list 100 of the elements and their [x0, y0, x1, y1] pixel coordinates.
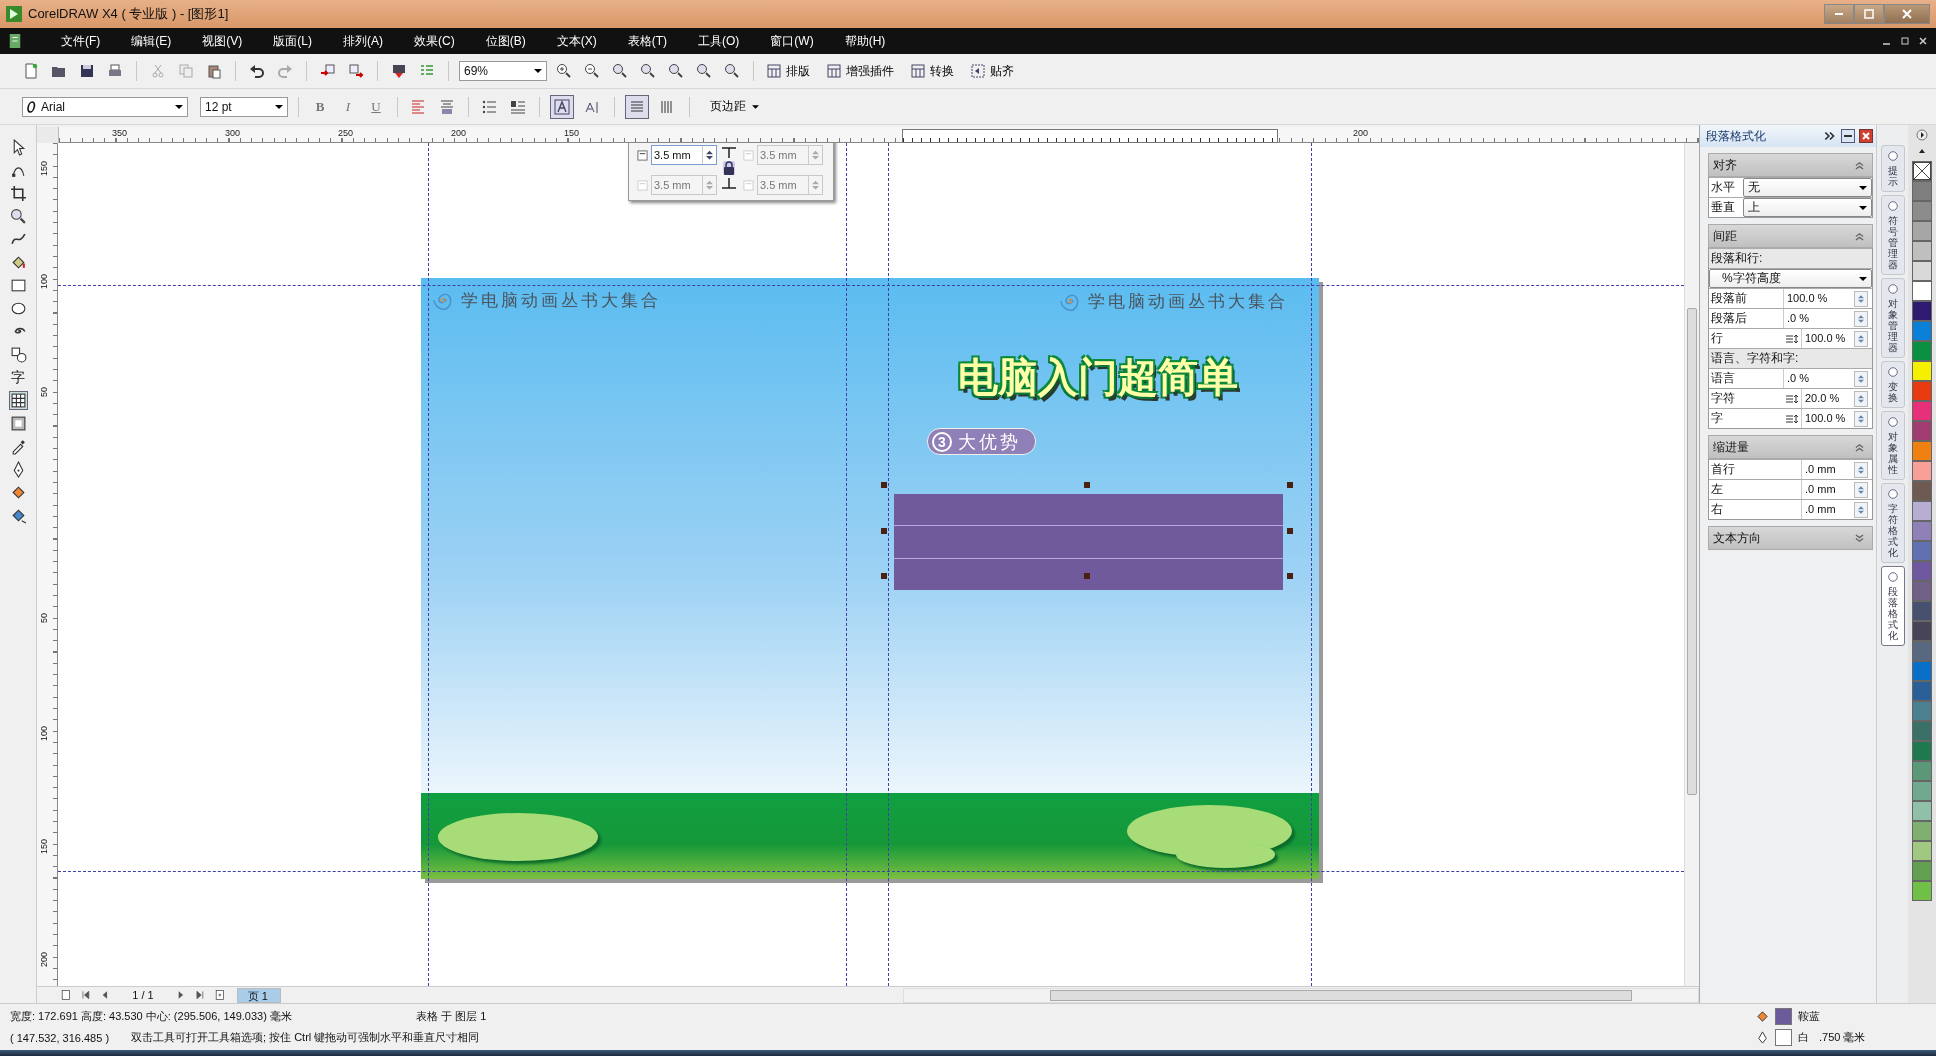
- color-swatch[interactable]: [1912, 361, 1932, 381]
- table-tool-icon[interactable]: [9, 392, 27, 409]
- publish-icon[interactable]: [391, 63, 407, 79]
- bullet-list-icon[interactable]: [482, 98, 498, 115]
- align-icon[interactable]: [411, 98, 427, 115]
- minimize-button[interactable]: [1824, 4, 1854, 24]
- font-size-dropdown[interactable]: 12 pt: [200, 96, 288, 117]
- text-tool[interactable]: 字: [11, 369, 25, 386]
- color-swatch[interactable]: [1912, 501, 1932, 521]
- magnifier-icon[interactable]: [640, 63, 656, 79]
- color-swatch[interactable]: [1912, 381, 1932, 401]
- toolbar-button[interactable]: 增强插件: [824, 62, 902, 80]
- dropdown[interactable]: %字符高度: [1709, 269, 1872, 288]
- section-header[interactable]: 间距: [1708, 224, 1873, 248]
- selection-handle[interactable]: [1287, 573, 1293, 579]
- selection-handle[interactable]: [881, 573, 887, 579]
- color-swatch[interactable]: [1912, 661, 1932, 681]
- menu-item[interactable]: 表格(T): [614, 32, 680, 50]
- dropdown[interactable]: 上: [1743, 198, 1872, 217]
- color-swatch[interactable]: [1912, 261, 1932, 281]
- redo-icon[interactable]: [277, 63, 293, 79]
- color-swatch[interactable]: [1912, 581, 1932, 601]
- selection-handle[interactable]: [1084, 482, 1090, 488]
- color-swatch[interactable]: [1912, 421, 1932, 441]
- menu-item[interactable]: 效果(C): [401, 32, 468, 50]
- color-swatch[interactable]: [1912, 241, 1932, 261]
- font-dropdown[interactable]: Arial: [22, 96, 188, 117]
- section-header[interactable]: 对齐: [1708, 153, 1873, 177]
- color-swatch[interactable]: [1912, 221, 1932, 241]
- color-swatch[interactable]: [1912, 281, 1932, 301]
- drop-cap-icon[interactable]: [510, 98, 526, 115]
- color-swatch[interactable]: [1912, 481, 1932, 501]
- save-icon[interactable]: [79, 63, 95, 79]
- color-swatch[interactable]: [1912, 601, 1932, 621]
- color-swatch[interactable]: [1912, 461, 1932, 481]
- section-header[interactable]: 缩进量: [1708, 435, 1873, 459]
- maximize-button[interactable]: [1854, 4, 1884, 24]
- magnifier-icon[interactable]: [612, 63, 628, 79]
- docker-tab[interactable]: 变换: [1880, 361, 1905, 408]
- selection-handle[interactable]: [1287, 482, 1293, 488]
- menu-item[interactable]: 排列(A): [330, 32, 396, 50]
- zoom-icon[interactable]: [9, 208, 27, 225]
- menu-item[interactable]: 帮助(H): [831, 32, 899, 50]
- horizontal-button[interactable]: [625, 94, 649, 119]
- color-swatch[interactable]: [1912, 181, 1932, 201]
- color-swatch[interactable]: [1912, 441, 1932, 461]
- print-icon[interactable]: [107, 63, 123, 79]
- menu-item[interactable]: 工具(O): [685, 32, 753, 50]
- format-button[interactable]: U: [365, 95, 387, 118]
- color-swatch[interactable]: [1912, 561, 1932, 581]
- interactive-fill-icon[interactable]: [9, 507, 27, 524]
- menu-item[interactable]: 窗口(W): [757, 32, 827, 50]
- color-swatch[interactable]: [1912, 741, 1932, 761]
- menu-item[interactable]: 版面(L): [260, 32, 325, 50]
- menu-item[interactable]: 视图(V): [189, 32, 256, 50]
- paste-icon[interactable]: [206, 63, 222, 79]
- magnifier-icon[interactable]: [696, 63, 712, 79]
- toolbar-button[interactable]: 贴齐: [968, 62, 1022, 80]
- docker-tab[interactable]: 符号管理器: [1880, 195, 1905, 275]
- selection-handle[interactable]: [1287, 527, 1293, 534]
- color-swatch[interactable]: [1912, 641, 1932, 661]
- docker-tab[interactable]: 字符格式化: [1880, 483, 1905, 563]
- new-document-icon[interactable]: [23, 63, 39, 79]
- color-swatch[interactable]: [1912, 321, 1932, 341]
- zoom-out-icon[interactable]: [584, 63, 600, 79]
- magnifier-icon[interactable]: [724, 63, 740, 79]
- frame-text-button[interactable]: [550, 94, 574, 119]
- color-swatch[interactable]: [1912, 541, 1932, 561]
- docker-tab[interactable]: 提示: [1880, 145, 1905, 192]
- add-page-icon[interactable]: [214, 989, 226, 1001]
- undo-icon[interactable]: [249, 63, 265, 79]
- toolbar-button[interactable]: 转换: [908, 62, 962, 80]
- play-icon[interactable]: [1916, 129, 1928, 141]
- export-icon[interactable]: [348, 63, 364, 79]
- color-swatch[interactable]: [1912, 681, 1932, 701]
- docker-tab[interactable]: 段落格式化: [1880, 566, 1905, 646]
- color-swatch[interactable]: [1912, 621, 1932, 641]
- blend-icon[interactable]: [9, 415, 27, 432]
- color-swatch[interactable]: [1912, 781, 1932, 801]
- dropdown[interactable]: 无: [1743, 178, 1872, 197]
- docker-tab[interactable]: 对象属性: [1880, 411, 1905, 480]
- vertical-scrollbar[interactable]: [1684, 143, 1699, 986]
- close-button[interactable]: [1884, 4, 1930, 24]
- color-swatch[interactable]: [1912, 521, 1932, 541]
- restore-icon[interactable]: [1900, 36, 1910, 46]
- docker-tab[interactable]: 对象管理器: [1880, 278, 1905, 358]
- menu-item[interactable]: 文本(X): [543, 32, 610, 50]
- smart-fill-icon[interactable]: [9, 254, 27, 271]
- color-swatch[interactable]: [1912, 761, 1932, 781]
- color-swatch[interactable]: [1912, 721, 1932, 741]
- page-tab[interactable]: 页 1: [236, 987, 281, 1003]
- color-swatch[interactable]: [1912, 341, 1932, 361]
- double-chevron-icon[interactable]: [1823, 129, 1837, 143]
- horizontal-scrollbar[interactable]: [903, 987, 1699, 1003]
- color-swatch[interactable]: [1912, 401, 1932, 421]
- menu-item[interactable]: 编辑(E): [118, 32, 185, 50]
- selection-handle[interactable]: [881, 527, 887, 534]
- color-swatch[interactable]: [1912, 861, 1932, 881]
- color-swatch[interactable]: [1912, 881, 1932, 901]
- align-icon[interactable]: [439, 98, 455, 115]
